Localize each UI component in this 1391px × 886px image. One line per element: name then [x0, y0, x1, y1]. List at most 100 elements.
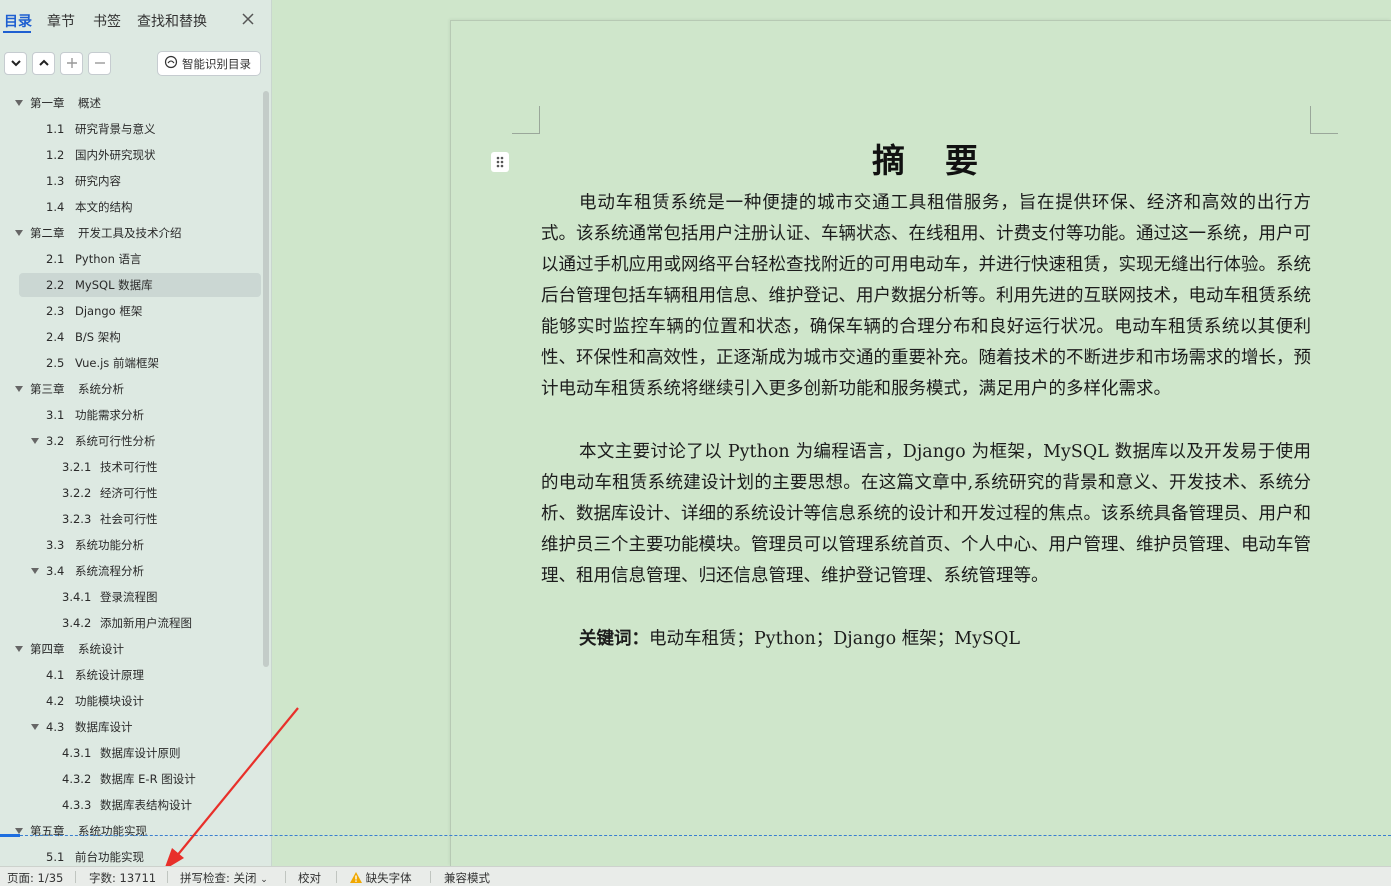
toc-item-number: 4.3 [46, 720, 65, 734]
toc-item[interactable]: 4.3.1 数据库设计原则 [0, 741, 262, 765]
expand-triangle-icon[interactable] [30, 566, 40, 576]
compat-mode-label: 兼容模式 [444, 871, 490, 885]
toc-item[interactable]: 第四章 系统设计 [0, 637, 262, 661]
toc-item-number: 4.2 [46, 694, 65, 708]
toc-item[interactable]: 3.1 功能需求分析 [0, 403, 262, 427]
word-count[interactable]: 字数: 13711 [89, 870, 156, 886]
spell-check-toggle[interactable]: 拼写检查: 关闭 ⌄ [180, 870, 268, 886]
tab-chapters[interactable]: 章节 [47, 11, 75, 31]
toc-item-label: 登录流程图 [100, 590, 158, 604]
toc-item[interactable]: 3.2.3 社会可行性 [0, 507, 262, 531]
remove-toc-item-button[interactable] [88, 52, 111, 75]
smart-toc-icon [164, 55, 178, 72]
toc-item-label: 数据库设计 [75, 720, 133, 734]
toc-item[interactable]: 3.4 系统流程分析 [0, 559, 262, 583]
add-toc-item-button[interactable] [60, 52, 83, 75]
page-break-line [0, 835, 1391, 836]
toc-item-number: 3.2.3 [62, 512, 92, 526]
keywords-text: 电动车租赁；Python；Django 框架；MySQL [649, 629, 1020, 649]
toc-item-label: 系统流程分析 [75, 564, 144, 578]
document-title[interactable]: 摘要 [540, 134, 1310, 182]
toc-item-label: 系统设计原理 [75, 668, 144, 682]
page-break-marker [0, 834, 20, 837]
tab-toc[interactable]: 目录 [4, 11, 32, 31]
toc-item[interactable]: 3.4.1 登录流程图 [0, 585, 262, 609]
toc-item[interactable]: 1.4 本文的结构 [0, 195, 262, 219]
toc-item-number: 1.4 [46, 200, 65, 214]
toc-item[interactable]: 4.2 功能模块设计 [0, 689, 262, 713]
toc-item[interactable]: 3.2.2 经济可行性 [0, 481, 262, 505]
toc-item-number: 1.2 [46, 148, 65, 162]
keywords-line[interactable]: 关键词：电动车租赁；Python；Django 框架；MySQL [579, 624, 1279, 655]
toc-item[interactable]: 5.1 前台功能实现 [0, 845, 262, 866]
toc-item-number: 3.1 [46, 408, 65, 422]
tab-find-replace[interactable]: 查找和替换 [137, 11, 207, 31]
close-icon[interactable] [238, 9, 258, 29]
missing-fonts-button[interactable]: 缺失字体 [350, 870, 412, 886]
toc-item-number: 4.3.3 [62, 798, 92, 812]
toc-item[interactable]: 3.2.1 技术可行性 [0, 455, 262, 479]
expand-triangle-icon[interactable] [14, 98, 24, 108]
toc-item[interactable]: 3.4.2 添加新用户流程图 [0, 611, 262, 635]
expand-triangle-icon[interactable] [14, 384, 24, 394]
toc-item-number: 3.2 [46, 434, 65, 448]
toc-item[interactable]: 2.2 MySQL 数据库 [19, 273, 261, 297]
toc-item[interactable]: 2.5 Vue.js 前端框架 [0, 351, 262, 375]
toc-item[interactable]: 4.3 数据库设计 [0, 715, 262, 739]
toc-item-label: 功能模块设计 [75, 694, 144, 708]
toc-item-label: 前台功能实现 [75, 850, 144, 864]
toc-item[interactable]: 1.2 国内外研究现状 [0, 143, 262, 167]
toc-item[interactable]: 1.1 研究背景与意义 [0, 117, 262, 141]
toc-item-number: 3.4.1 [62, 590, 92, 604]
expand-triangle-icon[interactable] [14, 644, 24, 654]
collapse-all-button[interactable] [32, 52, 55, 75]
expand-all-button[interactable] [4, 52, 27, 75]
abstract-paragraph[interactable]: 本文主要讨论了以 Python 为编程语言，Django 为框架，MySQL 数… [541, 437, 1311, 592]
status-bar: 页面: 1/35 字数: 13711 拼写检查: 关闭 ⌄ 校对 缺失字体 兼容… [0, 866, 1391, 886]
toc-item-number: 2.1 [46, 252, 65, 266]
toc-item[interactable]: 4.1 系统设计原理 [0, 663, 262, 687]
toc-item[interactable]: 第一章 概述 [0, 91, 262, 115]
minus-icon [94, 54, 106, 73]
toc-item-label: 数据库设计原则 [100, 746, 181, 760]
toc-item-number: 第二章 [30, 226, 65, 240]
status-separator [430, 871, 431, 883]
toc-item-number: 第一章 [30, 96, 65, 110]
toc-item[interactable]: 2.3 Django 框架 [0, 299, 262, 323]
toc-item[interactable]: 第五章 系统功能实现 [0, 819, 262, 843]
toc-item[interactable]: 2.1 Python 语言 [0, 247, 262, 271]
toc-item[interactable]: 3.3 系统功能分析 [0, 533, 262, 557]
toc-item-number: 3.2.1 [62, 460, 92, 474]
toc-item-number: 3.2.2 [62, 486, 92, 500]
toc-item-number: 4.3.2 [62, 772, 92, 786]
toc-item[interactable]: 第三章 系统分析 [0, 377, 262, 401]
drag-handle-icon[interactable] [491, 152, 509, 172]
toc-scrollbar[interactable] [263, 91, 269, 667]
smart-toc-button[interactable]: 智能识别目录 [157, 51, 261, 76]
keywords-label: 关键词： [579, 629, 649, 649]
toc-item-label: B/S 架构 [75, 330, 121, 344]
toc-item[interactable]: 第二章 开发工具及技术介绍 [0, 221, 262, 245]
page-indicator[interactable]: 页面: 1/35 [7, 870, 63, 886]
proofread-button[interactable]: 校对 [298, 870, 321, 886]
toc-item[interactable]: 2.4 B/S 架构 [0, 325, 262, 349]
missing-fonts-label: 缺失字体 [365, 871, 412, 885]
toc-item-label: 系统可行性分析 [75, 434, 156, 448]
toc-item-number: 1.1 [46, 122, 65, 136]
toc-item-number: 1.3 [46, 174, 65, 188]
expand-triangle-icon[interactable] [14, 228, 24, 238]
expand-triangle-icon[interactable] [30, 722, 40, 732]
toc-item-label: Vue.js 前端框架 [75, 356, 159, 370]
toc-item[interactable]: 3.2 系统可行性分析 [0, 429, 262, 453]
expand-triangle-icon[interactable] [30, 436, 40, 446]
toc-item-label: 系统功能分析 [75, 538, 144, 552]
toc-item[interactable]: 1.3 研究内容 [0, 169, 262, 193]
toc-item[interactable]: 4.3.3 数据库表结构设计 [0, 793, 262, 817]
abstract-paragraph[interactable]: 电动车租赁系统是一种便捷的城市交通工具租借服务，旨在提供环保、经济和高效的出行方… [541, 188, 1311, 405]
toc-item[interactable]: 4.3.2 数据库 E-R 图设计 [0, 767, 262, 791]
tab-bookmarks[interactable]: 书签 [93, 11, 121, 31]
toc-item-number: 3.4.2 [62, 616, 92, 630]
navigation-pane: 目录 章节 书签 查找和替换 智能识别目录 第一章 概述 1.1 研究背景与意义… [0, 0, 272, 866]
status-separator [285, 871, 286, 883]
toc-item-label: 技术可行性 [100, 460, 158, 474]
